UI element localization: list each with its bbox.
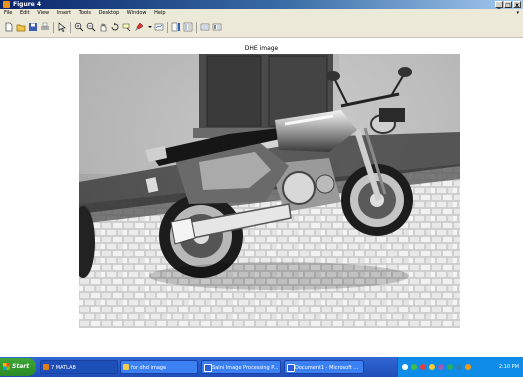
system-tray: 2:10 PM xyxy=(397,357,523,377)
menu-insert[interactable]: Insert xyxy=(57,10,71,16)
zoom-out-icon[interactable] xyxy=(86,22,96,32)
word-icon xyxy=(287,364,295,372)
open-file-icon[interactable] xyxy=(16,22,26,32)
toolbar-separator xyxy=(53,22,54,33)
menu-desktop[interactable]: Desktop xyxy=(99,10,120,16)
edit-plot-arrow-icon[interactable] xyxy=(57,22,67,32)
task-label: 7 MATLAB xyxy=(51,365,76,371)
taskbar-item-folder[interactable]: for dhd image xyxy=(120,360,198,374)
power-icon[interactable] xyxy=(465,364,471,370)
network-icon[interactable] xyxy=(411,364,417,370)
zoom-in-icon[interactable] xyxy=(74,22,84,32)
start-button[interactable]: Start xyxy=(0,358,36,376)
antivirus-icon[interactable] xyxy=(420,364,426,370)
taskbar-item-word-doc-1[interactable]: Saini Image Processing P... xyxy=(201,360,281,374)
link-plot-icon[interactable] xyxy=(154,22,164,32)
matlab-icon xyxy=(43,364,49,370)
menu-view[interactable]: View xyxy=(37,10,49,16)
task-label: Document1 - Microsoft ... xyxy=(295,365,359,371)
update-icon[interactable] xyxy=(447,364,453,370)
window-controls: _ □ x xyxy=(495,1,521,9)
taskbar-item-word-doc-2[interactable]: Document1 - Microsoft ... xyxy=(284,360,364,374)
axes-title: DHE image xyxy=(244,45,279,52)
toolbar-separator xyxy=(70,22,71,33)
figure-toolbar xyxy=(0,18,523,38)
maximize-button[interactable]: □ xyxy=(504,1,512,9)
taskbar-clock[interactable]: 2:10 PM xyxy=(499,357,519,377)
pan-hand-icon[interactable] xyxy=(98,22,108,32)
new-figure-icon[interactable] xyxy=(4,22,14,32)
menu-bar: File Edit View Insert Tools Desktop Wind… xyxy=(0,9,523,18)
toolbar-separator xyxy=(196,22,197,33)
task-label: Saini Image Processing P... xyxy=(212,365,279,371)
rotate-3d-icon[interactable] xyxy=(110,22,120,32)
insert-legend-icon[interactable] xyxy=(183,22,193,32)
matlab-figure-icon xyxy=(3,1,10,8)
save-figure-icon[interactable] xyxy=(28,22,38,32)
window-title: Figure 4 xyxy=(13,1,42,8)
windows-logo-icon xyxy=(3,363,10,370)
folder-icon xyxy=(123,364,129,370)
window-title-bar[interactable]: Figure 4 _ □ x xyxy=(0,0,523,9)
print-figure-icon[interactable] xyxy=(40,22,50,32)
windows-taskbar: Start 7 MATLAB for dhd image Saini Image… xyxy=(0,357,523,377)
data-cursor-icon[interactable] xyxy=(122,22,132,32)
hide-plot-tools-icon[interactable] xyxy=(200,22,210,32)
task-label: for dhd image xyxy=(131,365,167,371)
tray-arrow-icon[interactable] xyxy=(402,364,408,370)
insert-colorbar-icon[interactable] xyxy=(171,22,181,32)
close-button[interactable]: x xyxy=(513,1,521,9)
start-label: Start xyxy=(12,363,30,370)
minimize-button[interactable]: _ xyxy=(495,1,503,9)
menu-tools[interactable]: Tools xyxy=(79,10,91,16)
menu-file[interactable]: File xyxy=(4,10,12,16)
messenger-icon[interactable] xyxy=(429,364,435,370)
motorcycle-photo xyxy=(79,54,460,328)
volume-icon[interactable] xyxy=(438,364,444,370)
taskbar-item-matlab[interactable]: 7 MATLAB xyxy=(40,360,118,374)
brush-icon[interactable] xyxy=(134,22,144,32)
dhe-motorcycle-image xyxy=(79,54,460,328)
bluetooth-icon[interactable] xyxy=(456,364,462,370)
menu-window[interactable]: Window xyxy=(127,10,147,16)
menu-help[interactable]: Help xyxy=(154,10,165,16)
toolbar-separator xyxy=(167,22,168,33)
word-icon xyxy=(204,364,212,372)
show-plot-tools-icon[interactable] xyxy=(212,22,222,32)
menu-overflow-arrow[interactable]: ▾ xyxy=(516,9,519,18)
menu-edit[interactable]: Edit xyxy=(20,10,30,16)
